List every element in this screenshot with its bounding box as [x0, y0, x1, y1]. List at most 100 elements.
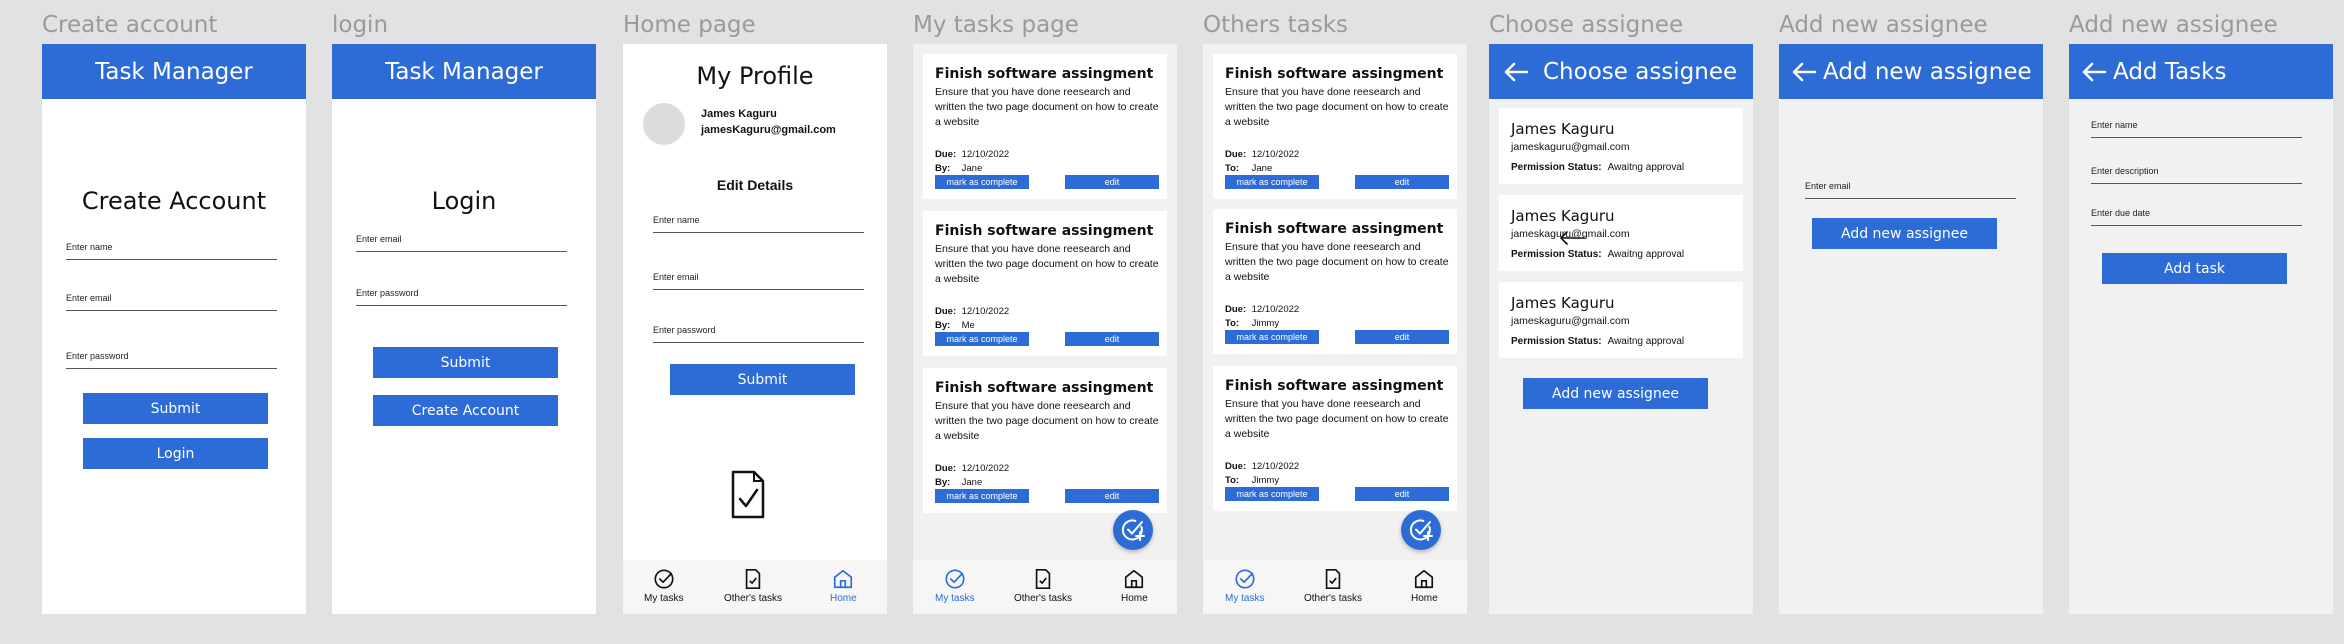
login-screen: Task Manager Login Enter email Enter pas…: [332, 44, 596, 614]
add-task-button[interactable]: Add task: [2102, 253, 2287, 284]
task-due: Due: 12/10/2022: [935, 463, 1009, 474]
task-title: Finish software assingment: [1225, 66, 1444, 82]
create-account-button[interactable]: Create Account: [373, 395, 558, 426]
add-task-fab[interactable]: [1113, 510, 1153, 550]
nav-home[interactable]: Home: [1121, 568, 1148, 604]
document-check-icon: [1325, 569, 1341, 589]
nav-my-tasks[interactable]: My tasks: [644, 568, 683, 604]
task-due: Due: 12/10/2022: [1225, 149, 1299, 160]
email-field[interactable]: Enter email: [653, 272, 864, 290]
nav-home[interactable]: Home: [1411, 568, 1438, 604]
task-description: Ensure that you have done reesearch and …: [1225, 86, 1449, 128]
task-card: Finish software assingment Ensure that y…: [923, 54, 1167, 199]
document-check-icon: [1035, 569, 1051, 589]
avatar: [643, 103, 685, 145]
name-field[interactable]: Enter name: [653, 215, 864, 233]
nav-others-tasks[interactable]: Other's tasks: [1304, 568, 1362, 604]
create-account-screen: Task Manager Create Account Enter name E…: [42, 44, 306, 614]
by-value: Me: [961, 320, 975, 331]
app-bar: Add new assignee: [1779, 44, 2043, 99]
mark-complete-button[interactable]: mark as complete: [935, 175, 1029, 189]
password-field[interactable]: Enter password: [356, 288, 567, 306]
mark-complete-button[interactable]: mark as complete: [1225, 330, 1319, 344]
add-assignee-button[interactable]: Add new assignee: [1523, 378, 1708, 409]
frame-title-home: Home page: [623, 12, 756, 38]
task-to: To: Jimmy: [1225, 475, 1279, 486]
submit-button[interactable]: Submit: [83, 393, 268, 424]
add-task-fab[interactable]: [1401, 510, 1441, 550]
mark-complete-button[interactable]: mark as complete: [1225, 175, 1319, 189]
bottom-nav: My tasks Other's tasks Home: [623, 560, 887, 614]
nav-label: Other's tasks: [724, 593, 783, 604]
assignee-name: James Kaguru: [1511, 294, 1615, 312]
password-field[interactable]: Enter password: [66, 351, 277, 369]
frame-title-my-tasks: My tasks page: [913, 12, 1079, 38]
app-bar: Task Manager: [332, 44, 596, 99]
user-name: James Kaguru: [701, 108, 777, 120]
submit-button[interactable]: Submit: [670, 364, 855, 395]
email-field[interactable]: Enter email: [1805, 181, 2016, 199]
name-field[interactable]: Enter name: [66, 242, 277, 260]
document-check-icon: [745, 569, 761, 589]
due-date-field[interactable]: Enter due date: [2091, 208, 2302, 226]
due-value: 12/10/2022: [961, 463, 1010, 474]
email-field[interactable]: Enter email: [356, 234, 567, 252]
by-label: By:: [935, 320, 951, 331]
nav-label: Home: [1121, 593, 1148, 604]
my-tasks-screen: Finish software assingment Ensure that y…: [913, 44, 1177, 614]
back-arrow-icon[interactable]: [1791, 62, 1817, 82]
nav-label: Other's tasks: [1014, 593, 1073, 604]
due-label: Due:: [1225, 149, 1247, 160]
nav-label: Home: [830, 593, 857, 604]
bottom-nav: My tasks Other's tasks Home: [913, 560, 1177, 614]
home-icon: [1125, 569, 1144, 589]
edit-button[interactable]: edit: [1065, 489, 1159, 503]
to-value: Jimmy: [1251, 318, 1280, 329]
nav-others-tasks[interactable]: Other's tasks: [1014, 568, 1072, 604]
edit-button[interactable]: edit: [1355, 175, 1449, 189]
email-field[interactable]: Enter email: [66, 293, 277, 311]
edit-details-heading: Edit Details: [716, 177, 794, 193]
description-field[interactable]: Enter description: [2091, 166, 2302, 184]
by-value: Jane: [961, 163, 983, 174]
status-value: Awaitng approval: [1607, 336, 1685, 347]
app-bar: Add Tasks: [2069, 44, 2333, 99]
task-card: Finish software assingment Ensure that y…: [1213, 54, 1457, 199]
task-due: Due: 12/10/2022: [935, 306, 1009, 317]
add-task-icon: [1121, 519, 1145, 541]
back-arrow-icon[interactable]: [1503, 62, 1529, 82]
submit-button[interactable]: Submit: [373, 347, 558, 378]
edit-button[interactable]: edit: [1065, 175, 1159, 189]
nav-my-tasks[interactable]: My tasks: [1225, 568, 1264, 604]
frame-title-others-tasks: Others tasks: [1203, 12, 1348, 38]
others-tasks-screen: Finish software assingment Ensure that y…: [1203, 44, 1467, 614]
permission-status: Permission Status: Awaitng approval: [1511, 336, 1684, 347]
task-to: To: Jane: [1225, 163, 1272, 174]
assignee-card[interactable]: James Kaguru jameskaguru@gmail.com Permi…: [1499, 108, 1743, 184]
status-value: Awaitng approval: [1607, 249, 1685, 260]
document-check-icon: [731, 470, 765, 519]
edit-button[interactable]: edit: [1355, 487, 1449, 501]
nav-home[interactable]: Home: [830, 568, 857, 604]
nav-others-tasks[interactable]: Other's tasks: [724, 568, 782, 604]
assignee-card[interactable]: James Kaguru jameskaguru@gmail.com Permi…: [1499, 282, 1743, 358]
password-field[interactable]: Enter password: [653, 325, 864, 343]
edit-button[interactable]: edit: [1065, 332, 1159, 346]
task-description: Ensure that you have done reesearch and …: [935, 86, 1159, 128]
nav-my-tasks[interactable]: My tasks: [935, 568, 974, 604]
task-by: By: Me: [935, 320, 975, 331]
back-arrow-icon[interactable]: [2081, 62, 2107, 82]
mark-complete-button[interactable]: mark as complete: [935, 332, 1029, 346]
home-icon: [834, 569, 853, 589]
mark-complete-button[interactable]: mark as complete: [1225, 487, 1319, 501]
login-button[interactable]: Login: [83, 438, 268, 469]
frame-title-choose-assignee: Choose assignee: [1489, 12, 1684, 38]
check-circle-icon: [1235, 569, 1255, 589]
task-title: Finish software assingment: [1225, 221, 1444, 237]
add-assignee-button[interactable]: Add new assignee: [1812, 218, 1997, 249]
assignee-card[interactable]: James Kaguru jameskaguru@gmail.com Permi…: [1499, 195, 1743, 271]
name-field[interactable]: Enter name: [2091, 120, 2302, 138]
mark-complete-button[interactable]: mark as complete: [935, 489, 1029, 503]
add-assignee-screen: Add new assignee Enter email Add new ass…: [1779, 44, 2043, 614]
edit-button[interactable]: edit: [1355, 330, 1449, 344]
